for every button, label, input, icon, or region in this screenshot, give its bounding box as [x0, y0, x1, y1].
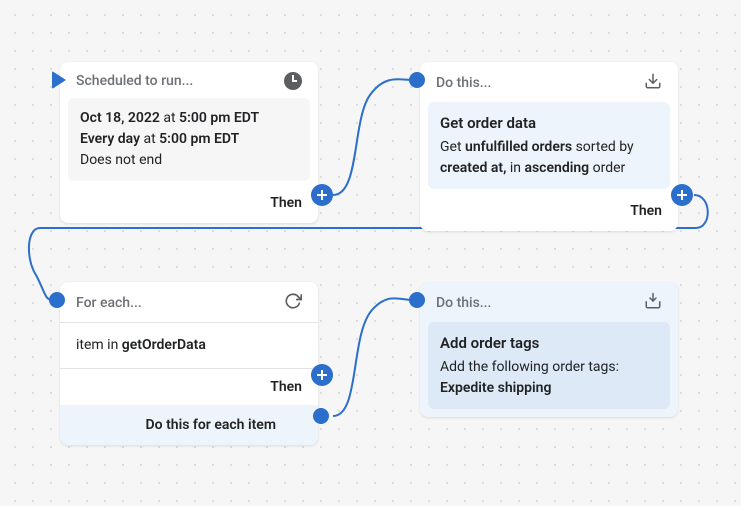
schedule-line-3: Does not end [80, 150, 298, 171]
card-get-order-data[interactable]: Do this... Get order data Get unfulfille… [420, 62, 678, 231]
action-title: Add order tags [440, 332, 658, 355]
action-tag: Expedite shipping [440, 378, 658, 399]
then-label: Then [60, 189, 318, 223]
card-schedule[interactable]: Scheduled to run... Oct 18, 2022 at 5:00… [60, 62, 318, 223]
schedule-line-2: Every day at 5:00 pm EDT [80, 129, 298, 150]
action-line-1: Get unfulfilled orders sorted by [440, 137, 658, 158]
repeat-icon [284, 292, 302, 314]
card-header-label: For each... [76, 295, 142, 311]
node-dot [409, 72, 425, 88]
action-title: Get order data [440, 112, 658, 135]
card-header-label: Scheduled to run... [76, 73, 193, 89]
play-icon [52, 71, 66, 89]
action-line-2: created at, in ascending order [440, 158, 658, 179]
card-header: Do this... [420, 282, 678, 322]
download-icon [644, 72, 662, 94]
card-header-label: Do this... [436, 75, 491, 91]
schedule-line-1: Oct 18, 2022 at 5:00 pm EDT [80, 108, 298, 129]
add-step-button[interactable] [671, 184, 693, 206]
card-header: For each... [60, 282, 318, 322]
card-header: Do this... [420, 62, 678, 102]
clock-icon [284, 72, 302, 90]
card-body: Add order tags Add the following order t… [428, 322, 670, 409]
card-header-label: Do this... [436, 295, 491, 311]
card-for-each[interactable]: For each... item in getOrderData Then Do… [60, 282, 318, 445]
card-add-order-tags[interactable]: Do this... Add order tags Add the follow… [420, 282, 678, 417]
add-step-button[interactable] [311, 184, 333, 206]
card-body: Get order data Get unfulfilled orders so… [428, 102, 670, 189]
then-label: Then [60, 369, 318, 405]
card-body: item in getOrderData [60, 322, 318, 369]
add-step-button[interactable] [311, 364, 333, 386]
action-subtitle: Add the following order tags: [440, 357, 658, 378]
node-dot [313, 408, 329, 424]
foreach-footer-label: Do this for each item [60, 405, 318, 445]
node-dot [49, 292, 65, 308]
import-icon [644, 292, 662, 314]
node-dot [409, 292, 425, 308]
then-label: Then [420, 197, 678, 231]
card-header: Scheduled to run... [60, 62, 318, 98]
card-body: Oct 18, 2022 at 5:00 pm EDT Every day at… [68, 98, 310, 181]
